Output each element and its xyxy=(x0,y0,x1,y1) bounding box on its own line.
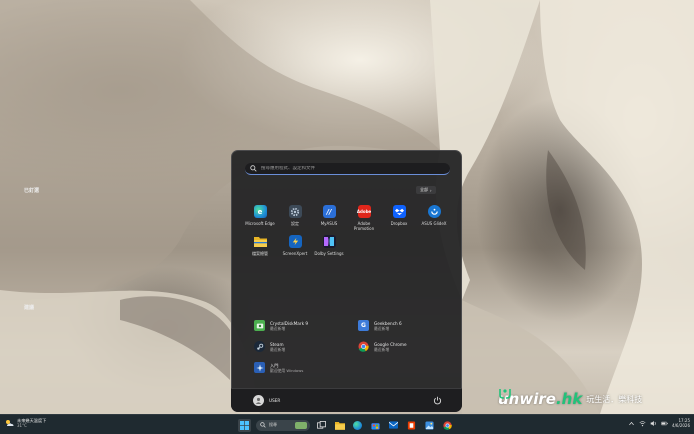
chrome-icon xyxy=(358,341,369,352)
photos-icon xyxy=(425,420,434,430)
start-menu-footer: USER xyxy=(231,388,462,412)
pinned-app-adobe[interactable]: Adobe Adobe Promotion xyxy=(347,205,381,231)
unwire-watermark: unwire.hk 玩生活．樂科技 xyxy=(498,386,688,412)
pinned-app-file-explorer[interactable]: 檔案總管 xyxy=(243,235,277,256)
recommended-item-chrome[interactable]: Google Chrome 最近新增 xyxy=(358,341,407,352)
chrome-icon xyxy=(443,420,452,430)
taskbar-store[interactable] xyxy=(369,419,382,432)
myasus-icon: // xyxy=(322,205,336,218)
dropbox-icon xyxy=(392,205,406,218)
taskbar-edge[interactable] xyxy=(351,419,364,432)
recommended-item-subtext: 最近新增 xyxy=(270,346,286,352)
pinned-app-label: MyASUS xyxy=(320,221,338,226)
weather-icon xyxy=(6,420,14,426)
recommended-item-geekbench[interactable]: G Geekbench 6 最近新增 xyxy=(358,320,402,331)
start-search-input[interactable] xyxy=(261,166,441,171)
windows-logo-icon xyxy=(240,420,249,430)
pinned-app-label: Microsoft Edge xyxy=(245,221,275,226)
office-icon xyxy=(407,420,416,430)
recommended-item-crystaldiskmark[interactable]: CrystalDiskMark 9 最近新增 xyxy=(254,320,308,331)
taskbar-search[interactable]: 搜尋 xyxy=(256,419,310,431)
recommended-item-subtext: 最近新增 xyxy=(270,325,286,331)
recommended-item-subtext: 最近新增 xyxy=(374,325,390,331)
store-icon xyxy=(371,422,380,430)
pinned-app-label: ScreenXpert xyxy=(282,251,308,256)
power-icon[interactable] xyxy=(433,396,442,405)
taskbar-photos[interactable] xyxy=(423,419,436,432)
edge-icon: e xyxy=(253,205,267,218)
recommended-item-subtext: 歡迎使用 Windows xyxy=(270,367,304,373)
get-started-icon xyxy=(254,362,265,373)
recommended-item-get-started[interactable]: 入門 歡迎使用 Windows xyxy=(254,362,303,373)
taskbar-search-label: 搜尋 xyxy=(269,422,277,427)
taskbar-chrome[interactable] xyxy=(441,419,454,432)
pinned-app-edge[interactable]: e Microsoft Edge xyxy=(243,205,277,226)
user-account-button[interactable]: USER xyxy=(253,395,280,406)
task-view-button[interactable] xyxy=(315,419,328,432)
weather-widget[interactable]: 未來幾天溫度下 31°C xyxy=(4,418,46,428)
recommended-item-steam[interactable]: Steam 最近新增 xyxy=(254,341,285,352)
taskbar-file-explorer[interactable] xyxy=(333,419,346,432)
battery-icon[interactable] xyxy=(661,420,668,427)
screenxpert-icon xyxy=(288,235,302,248)
gear-icon xyxy=(288,205,302,218)
folder-icon xyxy=(253,235,267,248)
pinned-app-label: Dolby Settings xyxy=(314,251,344,256)
search-icon xyxy=(250,165,257,172)
start-search-box[interactable] xyxy=(245,163,450,175)
clock[interactable]: 17:25 4/6/2026 xyxy=(672,418,690,428)
taskbar-office[interactable] xyxy=(405,419,418,432)
pinned-app-glidex[interactable]: ASUS GlideX xyxy=(417,205,451,226)
wifi-icon[interactable] xyxy=(639,420,646,427)
volume-icon[interactable] xyxy=(650,420,657,427)
unwire-logo-icon xyxy=(499,389,511,399)
steam-icon xyxy=(254,341,265,352)
crystaldiskmark-icon xyxy=(254,320,265,331)
adobe-icon: Adobe xyxy=(357,205,371,218)
user-name: USER xyxy=(269,398,281,403)
mail-icon xyxy=(389,421,398,429)
pinned-app-label: Dropbox xyxy=(390,221,408,226)
start-button[interactable] xyxy=(238,418,251,432)
pinned-app-label: 檔案總管 xyxy=(252,251,268,256)
pinned-app-myasus[interactable]: // MyASUS xyxy=(312,205,346,226)
task-view-icon xyxy=(317,420,326,429)
all-apps-label: 全部 xyxy=(420,187,428,192)
pinned-app-dolby[interactable]: Dolby Settings xyxy=(312,235,346,256)
user-icon xyxy=(255,397,262,404)
avatar xyxy=(253,395,264,406)
chevron-up-icon[interactable] xyxy=(628,420,635,427)
pinned-app-label: 設定 xyxy=(291,221,299,226)
search-highlight-icon xyxy=(295,421,307,429)
pinned-app-label: Adobe Promotion xyxy=(353,221,375,231)
weather-temperature: 31°C xyxy=(17,423,27,428)
edge-icon xyxy=(353,420,362,430)
geekbench-icon: G xyxy=(358,320,369,331)
watermark-tagline: 玩生活．樂科技 xyxy=(586,394,643,404)
chevron-right-icon: › xyxy=(430,187,432,193)
pinned-app-screenxpert[interactable]: ScreenXpert xyxy=(278,235,312,256)
pinned-app-settings[interactable]: 設定 xyxy=(278,205,312,226)
all-apps-button[interactable]: 全部 › xyxy=(416,186,436,194)
recommended-section-title: 建議 xyxy=(24,305,35,311)
pinned-app-label: ASUS GlideX xyxy=(421,221,447,226)
taskbar-mail[interactable] xyxy=(387,419,400,432)
taskbar: 未來幾天溫度下 31°C 搜尋 17:25 4/6/2026 xyxy=(0,414,694,434)
system-tray: 17:25 4/6/2026 xyxy=(628,418,690,428)
glidex-icon xyxy=(427,205,441,218)
folder-icon xyxy=(334,421,345,430)
pinned-app-dropbox[interactable]: Dropbox xyxy=(382,205,416,226)
recommended-item-subtext: 最近新增 xyxy=(374,346,390,352)
taskbar-center-icons: 搜尋 xyxy=(238,418,454,432)
clock-date: 4/6/2026 xyxy=(672,423,690,428)
dolby-icon xyxy=(322,235,336,248)
footer-bar: USER xyxy=(231,388,462,412)
pinned-section-title: 已釘選 xyxy=(24,188,40,194)
search-icon xyxy=(260,422,266,428)
